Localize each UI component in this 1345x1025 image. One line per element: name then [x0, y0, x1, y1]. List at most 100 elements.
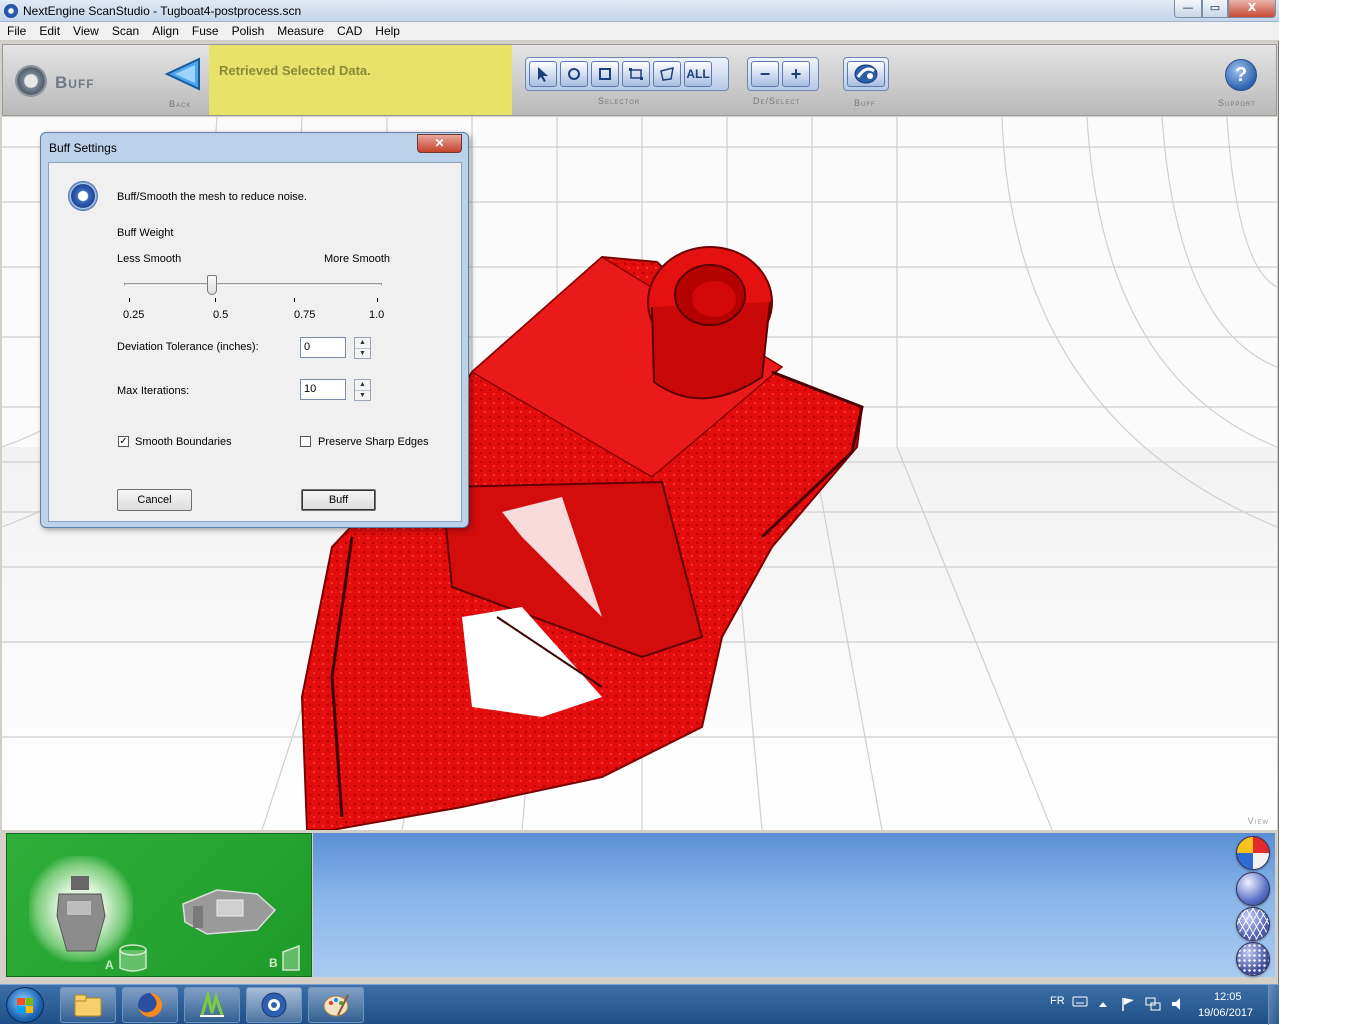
smooth-boundaries-label: Smooth Boundaries — [135, 436, 232, 448]
mode-label: Buff — [55, 73, 95, 92]
menu-bar: File Edit View Scan Align Fuse Polish Measure CA… — [0, 22, 1279, 41]
rect-handles-icon — [629, 68, 643, 80]
clock-date[interactable]: 19/06/2017 — [1198, 1007, 1253, 1019]
poly-select-button[interactable] — [653, 61, 681, 87]
buff-button[interactable]: Buff — [301, 489, 376, 511]
scanstudio-icon — [261, 992, 287, 1018]
menu-fuse[interactable]: Fuse — [185, 22, 225, 38]
dialog-body: Buff/Smooth the mesh to reduce noise. Bu… — [48, 162, 462, 522]
minimize-button[interactable]: — — [1174, 0, 1202, 18]
taskbar: FR 12:05 19/06/2017 — [0, 984, 1279, 1025]
start-button[interactable] — [6, 987, 44, 1023]
input-language[interactable]: FR — [1050, 995, 1065, 1007]
panel-b-icon — [282, 944, 300, 971]
spin-up-icon[interactable]: ▲ — [355, 338, 370, 348]
maximize-button[interactable]: ▭ — [1202, 0, 1228, 18]
deselect-group: − + — [747, 57, 819, 91]
menu-file[interactable]: File — [0, 22, 32, 38]
color-render-sphere-icon[interactable] — [1236, 836, 1270, 870]
tick-label-0.25: 0.25 — [123, 309, 145, 321]
thumbnail-b-label: B — [269, 956, 278, 970]
wireframe-sphere-icon[interactable] — [1236, 907, 1270, 941]
menu-view[interactable]: View — [66, 22, 105, 38]
slider-tick — [215, 298, 216, 302]
square-icon — [599, 68, 611, 80]
scan-thumbnails-panel: A B — [6, 833, 312, 977]
network-icon[interactable] — [1144, 996, 1162, 1012]
paint-palette-icon — [323, 994, 349, 1017]
smooth-boundaries-checkbox[interactable]: ✓ — [118, 436, 129, 447]
action-center-flag-icon[interactable] — [1120, 996, 1136, 1012]
select-all-button[interactable]: ALL — [684, 61, 712, 87]
clock-time[interactable]: 12:05 — [1214, 991, 1242, 1003]
mode-indicator: Buff — [15, 65, 145, 99]
show-hidden-icons-icon[interactable] — [1098, 1000, 1108, 1008]
rect-select-button[interactable] — [622, 61, 650, 87]
taskbar-scanstudio[interactable] — [246, 987, 302, 1023]
taskbar-firefox[interactable] — [122, 987, 178, 1023]
show-desktop-button[interactable] — [1268, 985, 1279, 1025]
buff-weight-label: Buff Weight — [117, 227, 174, 239]
arrow-select-button[interactable] — [529, 61, 557, 87]
dialog-close-button[interactable]: ✕ — [417, 134, 462, 153]
taskbar-sketchup[interactable] — [184, 987, 240, 1023]
app-window: NextEngine ScanStudio - Tugboat4-postpro… — [0, 0, 1279, 984]
taskbar-file-explorer[interactable] — [60, 987, 116, 1023]
circle-select-button[interactable] — [560, 61, 588, 87]
menu-cad[interactable]: CAD — [330, 22, 368, 38]
window-title: NextEngine ScanStudio - Tugboat4-postpro… — [23, 4, 302, 18]
taskbar-paint[interactable] — [308, 987, 364, 1023]
solid-render-sphere-icon[interactable] — [1236, 872, 1270, 906]
arrow-cursor-icon — [538, 67, 548, 82]
more-smooth-label: More Smooth — [324, 253, 391, 265]
toolbar: Buff Back Retrieved Selected Data. ALL S… — [2, 44, 1277, 116]
cancel-button[interactable]: Cancel — [117, 489, 192, 511]
deselect-caption: De/Select — [753, 96, 801, 106]
view-label: View — [1247, 816, 1269, 826]
square-select-button[interactable] — [591, 61, 619, 87]
menu-polish[interactable]: Polish — [225, 22, 271, 38]
spin-down-icon[interactable]: ▼ — [355, 390, 370, 400]
slider-thumb[interactable] — [206, 275, 217, 295]
menu-help[interactable]: Help — [368, 22, 406, 38]
close-button[interactable]: X — [1228, 0, 1276, 18]
buff-caption: Buff — [854, 98, 876, 108]
volume-icon[interactable] — [1170, 996, 1186, 1012]
menu-edit[interactable]: Edit — [32, 22, 66, 38]
keyboard-icon[interactable] — [1072, 995, 1088, 1007]
scanstudio-app-icon — [4, 4, 18, 18]
buff-tool-icon — [854, 64, 878, 84]
max-iterations-label: Max Iterations: — [117, 385, 190, 397]
less-smooth-label: Less Smooth — [117, 253, 182, 265]
buff-tool-button[interactable] — [847, 61, 885, 87]
buff-gear-icon — [15, 65, 47, 97]
tick-label-1.0: 1.0 — [369, 309, 385, 321]
menu-measure[interactable]: Measure — [270, 22, 330, 38]
deselect-button[interactable]: − — [751, 61, 779, 87]
slider-tick — [294, 298, 295, 302]
deviation-spinner[interactable]: ▲ ▼ — [354, 337, 371, 359]
status-area: Retrieved Selected Data. — [209, 45, 512, 115]
dialog-description: Buff/Smooth the mesh to reduce noise. — [117, 191, 307, 203]
tick-label-0.75: 0.75 — [294, 309, 316, 321]
windows-logo-icon — [17, 998, 33, 1013]
selector-group: ALL — [525, 57, 729, 91]
buff-weight-slider[interactable] — [124, 283, 382, 286]
preserve-sharp-edges-checkbox[interactable] — [300, 436, 311, 447]
select-add-button[interactable]: + — [782, 61, 810, 87]
spin-up-icon[interactable]: ▲ — [355, 380, 370, 390]
menu-scan[interactable]: Scan — [105, 22, 145, 38]
spin-down-icon[interactable]: ▼ — [355, 348, 370, 358]
cylinder-a-icon — [119, 944, 147, 972]
tugboat-side-thumbnail[interactable] — [177, 882, 282, 942]
back-button[interactable] — [163, 55, 205, 93]
max-iterations-input[interactable]: 10 — [300, 379, 346, 400]
help-button[interactable]: ? — [1225, 59, 1257, 91]
deviation-tolerance-input[interactable]: 0 — [300, 337, 346, 358]
slider-tick — [377, 298, 378, 302]
thumbnail-a-label: A — [105, 958, 114, 972]
menu-align[interactable]: Align — [145, 22, 185, 38]
lasso-icon — [660, 67, 674, 81]
points-sphere-icon[interactable] — [1236, 942, 1270, 976]
iterations-spinner[interactable]: ▲ ▼ — [354, 379, 371, 401]
